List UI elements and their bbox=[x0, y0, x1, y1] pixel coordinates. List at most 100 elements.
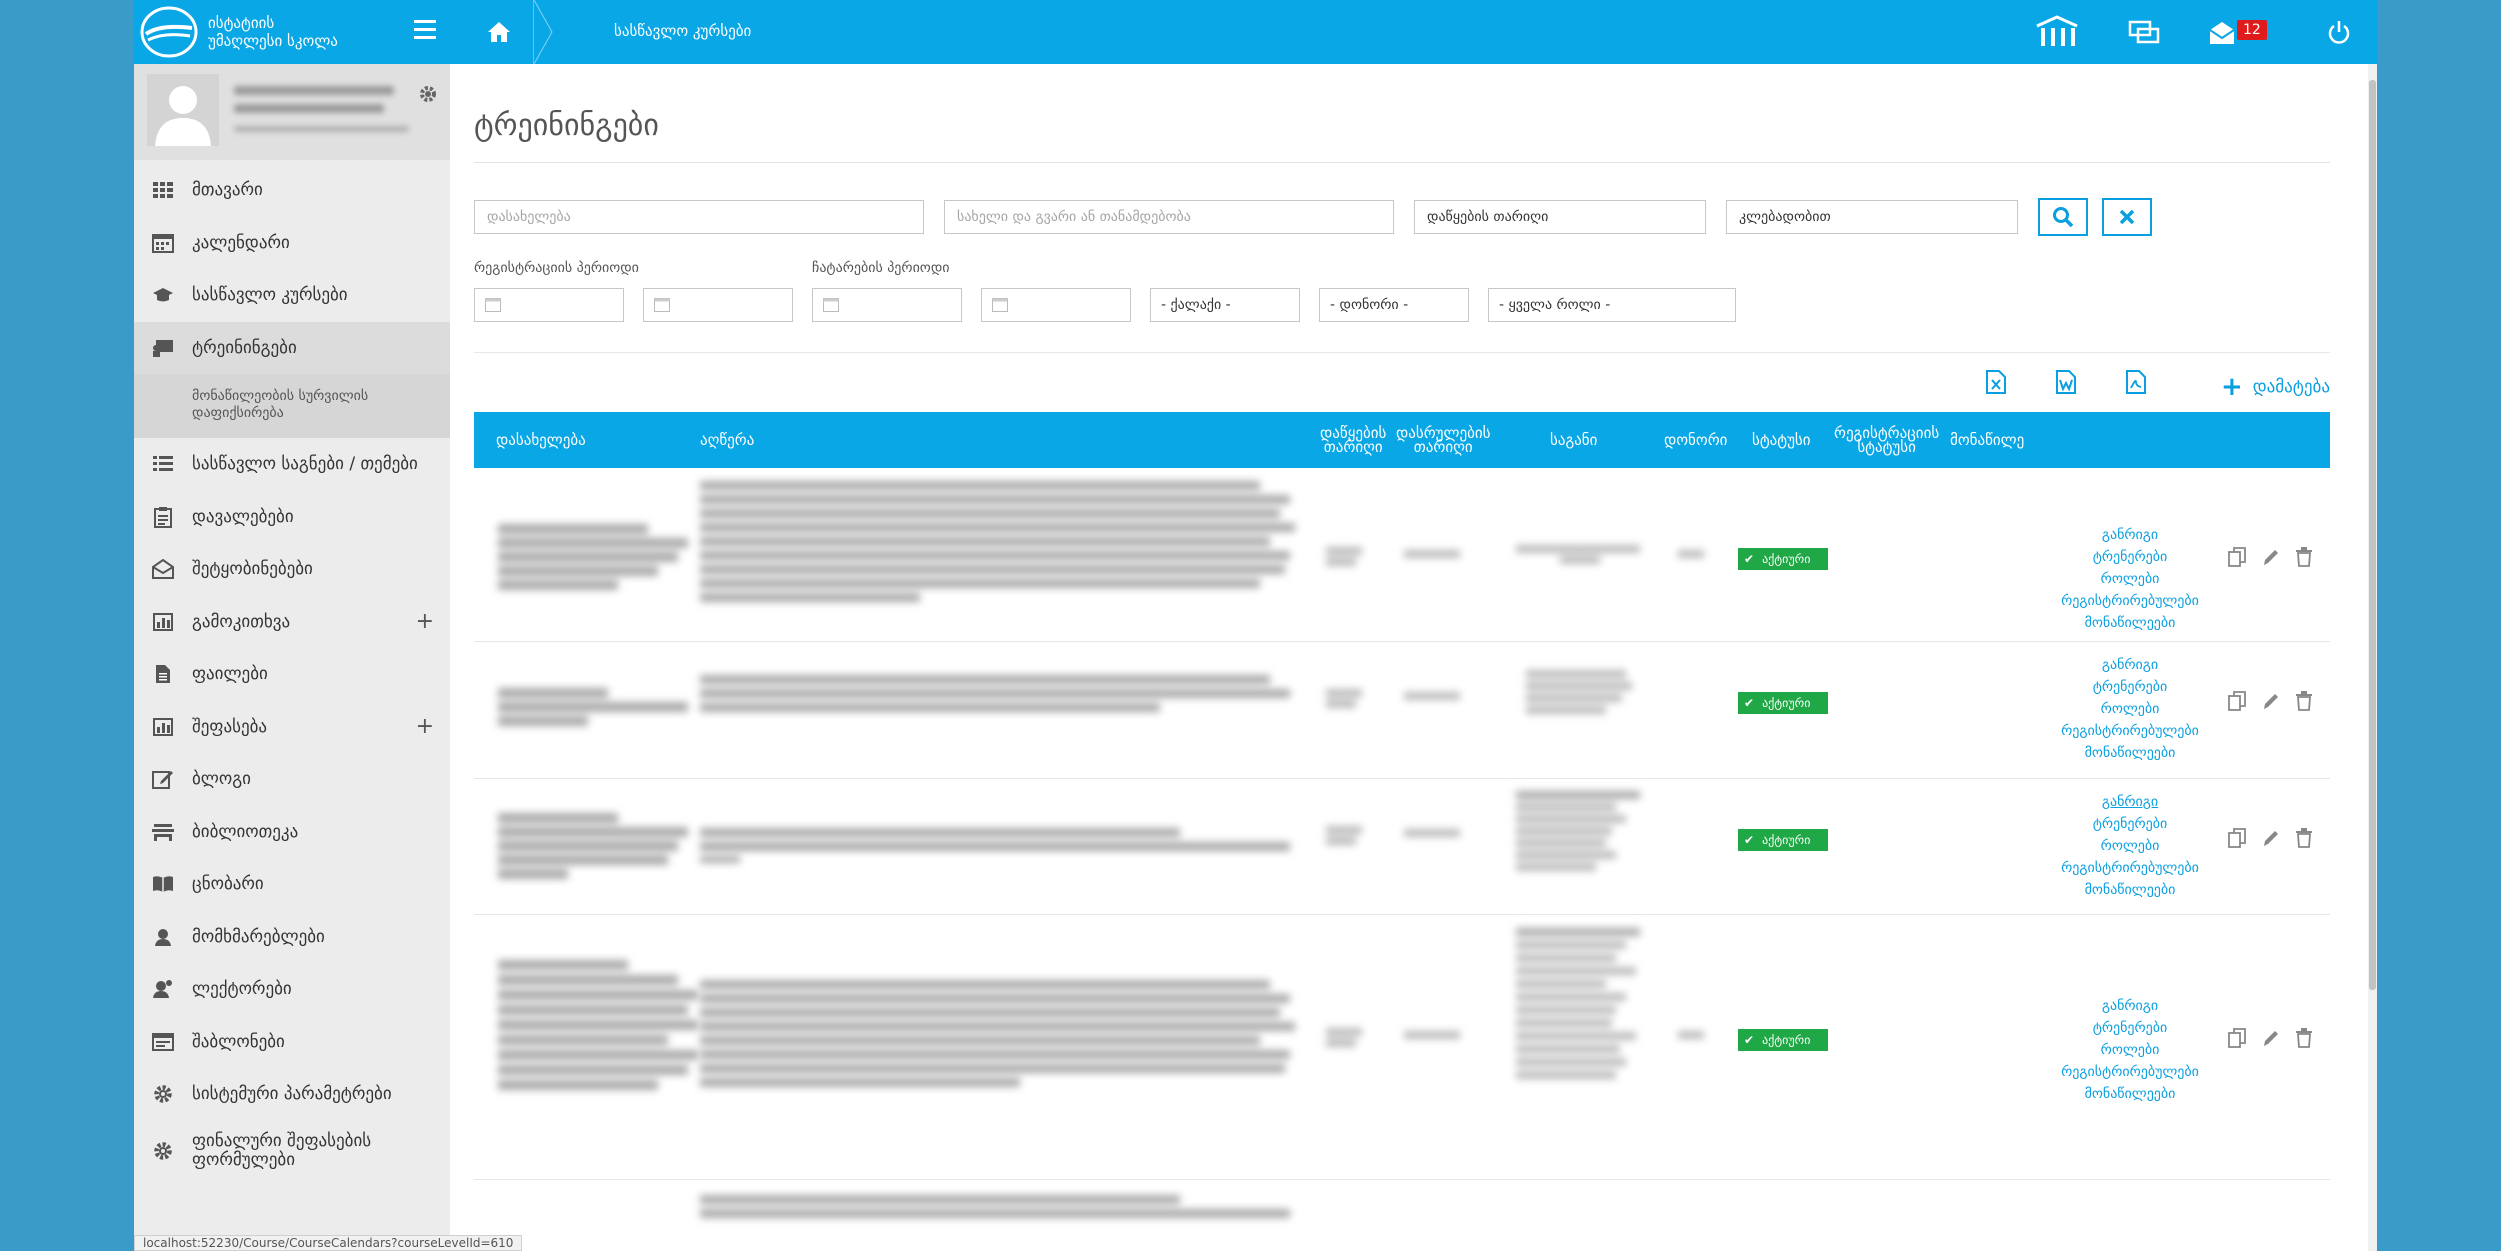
expand-plus-icon[interactable]: + bbox=[416, 714, 434, 739]
participants-link[interactable]: მონაწილეები bbox=[2052, 742, 2208, 764]
schedule-link[interactable]: განრიგი bbox=[2052, 791, 2208, 813]
trainers-link[interactable]: ტრენერები bbox=[2052, 1017, 2208, 1039]
pencil-icon[interactable] bbox=[2262, 828, 2280, 848]
avatar[interactable] bbox=[147, 74, 219, 146]
excel-export-icon[interactable] bbox=[1986, 370, 2006, 394]
calendar-icon bbox=[823, 298, 839, 312]
trash-icon[interactable] bbox=[2296, 691, 2312, 711]
sidebar-item-courses[interactable]: სასწავლო კურსები bbox=[134, 269, 450, 322]
registration-from-date-input[interactable] bbox=[474, 288, 624, 322]
sidebar-item-blog[interactable]: ბლოგი bbox=[134, 753, 450, 806]
sidebar-item-home[interactable]: მთავარი bbox=[134, 164, 450, 217]
academy-icon[interactable] bbox=[2034, 14, 2080, 50]
trainers-link[interactable]: ტრენერები bbox=[2052, 546, 2208, 568]
sidebar-item-messages[interactable]: შეტყობინებები bbox=[134, 543, 450, 596]
col-header-donor[interactable]: დონორი bbox=[1664, 412, 1727, 468]
trash-icon[interactable] bbox=[2296, 547, 2312, 567]
holding-from-date-input[interactable] bbox=[812, 288, 962, 322]
holding-to-date-input[interactable] bbox=[981, 288, 1131, 322]
roles-link[interactable]: როლები bbox=[2052, 698, 2208, 720]
row-actions bbox=[2228, 828, 2312, 848]
expand-plus-icon[interactable]: + bbox=[416, 609, 434, 634]
col-header-subject[interactable]: საგანი bbox=[1550, 412, 1597, 468]
city-select[interactable]: - ქალაქი - bbox=[1150, 288, 1300, 322]
trash-icon[interactable] bbox=[2296, 1028, 2312, 1048]
col-header-end-date[interactable]: დასრულების თარიღი bbox=[1396, 412, 1490, 468]
pencil-icon[interactable] bbox=[2262, 691, 2280, 711]
participants-link[interactable]: მონაწილეები bbox=[2052, 1083, 2208, 1105]
sidebar-item-grading[interactable]: შეფასება + bbox=[134, 701, 450, 754]
pencil-icon[interactable] bbox=[2262, 547, 2280, 567]
pencil-icon[interactable] bbox=[2262, 1028, 2280, 1048]
sidebar-item-trainings[interactable]: ტრეინინგები bbox=[134, 321, 450, 374]
table-header: დასახელება აღწერა დაწყების თარიღი დასრულ… bbox=[474, 412, 2330, 468]
search-button[interactable] bbox=[2038, 198, 2088, 236]
filters-divider bbox=[474, 352, 2330, 353]
col-header-start-date[interactable]: დაწყების თარიღი bbox=[1320, 412, 1386, 468]
menu-toggle-icon[interactable] bbox=[414, 20, 436, 44]
col-header-name[interactable]: დასახელება bbox=[496, 412, 586, 468]
row-description-redacted bbox=[700, 670, 1300, 730]
sidebar-item-users[interactable]: მომხმარებლები bbox=[134, 911, 450, 964]
status-badge: ✔ აქტიური bbox=[1738, 692, 1828, 714]
row-start-date-redacted bbox=[1326, 823, 1366, 853]
sidebar-item-files[interactable]: ფაილები bbox=[134, 648, 450, 701]
registered-link[interactable]: რეგისტრირებულები bbox=[2052, 857, 2208, 879]
roles-link[interactable]: როლები bbox=[2052, 1039, 2208, 1061]
trash-icon[interactable] bbox=[2296, 828, 2312, 848]
person-search-input[interactable] bbox=[944, 200, 1394, 234]
clear-filters-button[interactable] bbox=[2102, 198, 2152, 236]
roles-link[interactable]: როლები bbox=[2052, 835, 2208, 857]
schedule-link[interactable]: განრიგი bbox=[2052, 995, 2208, 1017]
sidebar-item-calendar[interactable]: კალენდარი bbox=[134, 217, 450, 270]
sidebar-item-system-settings[interactable]: სისტემური პარამეტრები bbox=[134, 1068, 450, 1121]
clipboard-icon bbox=[152, 506, 174, 528]
name-search-input[interactable] bbox=[474, 200, 924, 234]
sidebar-subitem-participation[interactable]: მონაწილეობის სურვილის დაფიქსირება bbox=[134, 374, 450, 438]
sidebar-item-assignments[interactable]: დავალებები bbox=[134, 491, 450, 544]
donor-select[interactable]: - დონორი - bbox=[1319, 288, 1469, 322]
profile-settings-icon[interactable] bbox=[418, 84, 438, 104]
sidebar-item-templates[interactable]: შაბლონები bbox=[134, 1016, 450, 1069]
sidebar-item-reference[interactable]: ცნობარი bbox=[134, 858, 450, 911]
sort-order-select[interactable] bbox=[1726, 200, 2018, 234]
sidebar-item-survey[interactable]: გამოკითხვა + bbox=[134, 596, 450, 649]
envelope-icon[interactable] bbox=[2208, 14, 2236, 50]
vertical-scrollbar[interactable] bbox=[2368, 64, 2377, 1251]
sidebar-item-final-grading-formulas[interactable]: ფინალური შეფასების ფორმულები bbox=[134, 1121, 450, 1181]
copy-icon[interactable] bbox=[2228, 1028, 2246, 1048]
schedule-link[interactable]: განრიგი bbox=[2052, 654, 2208, 676]
roles-link[interactable]: როლები bbox=[2052, 568, 2208, 590]
word-export-icon[interactable] bbox=[2056, 370, 2076, 394]
copy-icon[interactable] bbox=[2228, 828, 2246, 848]
notification-badge[interactable]: 12 bbox=[2237, 20, 2267, 40]
start-date-sort-select[interactable] bbox=[1414, 200, 1706, 234]
sidebar-item-lecturers[interactable]: ლექტორები bbox=[134, 963, 450, 1016]
col-header-description[interactable]: აღწერა bbox=[700, 412, 754, 468]
home-button[interactable] bbox=[464, 0, 534, 64]
role-select[interactable]: - ყველა როლი - bbox=[1488, 288, 1736, 322]
pdf-export-icon[interactable] bbox=[2126, 370, 2146, 394]
registered-link[interactable]: რეგისტრირებულები bbox=[2052, 720, 2208, 742]
logo-line-2: უმაღლესი სკოლა bbox=[208, 32, 338, 50]
sidebar-item-subjects[interactable]: სასწავლო საგნები / თემები bbox=[134, 438, 450, 491]
col-header-reg-status[interactable]: რეგისტრაციის სტატუსი bbox=[1834, 412, 1939, 468]
sidebar-item-library[interactable]: ბიბლიოთეკა bbox=[134, 806, 450, 859]
col-header-participant[interactable]: მონაწილე bbox=[1950, 412, 2024, 468]
col-header-status[interactable]: სტატუსი bbox=[1752, 412, 1811, 468]
registration-to-date-input[interactable] bbox=[643, 288, 793, 322]
registered-link[interactable]: რეგისტრირებულები bbox=[2052, 590, 2208, 612]
chat-icon[interactable] bbox=[2128, 14, 2160, 50]
registered-link[interactable]: რეგისტრირებულები bbox=[2052, 1061, 2208, 1083]
participants-link[interactable]: მონაწილეები bbox=[2052, 612, 2208, 634]
copy-icon[interactable] bbox=[2228, 691, 2246, 711]
trainers-link[interactable]: ტრენერები bbox=[2052, 676, 2208, 698]
power-icon[interactable] bbox=[2326, 14, 2352, 50]
add-training-button[interactable]: + დამატება bbox=[2221, 372, 2330, 402]
copy-icon[interactable] bbox=[2228, 547, 2246, 567]
schedule-link[interactable]: განრიგი bbox=[2052, 524, 2208, 546]
breadcrumb-current[interactable]: სასწავლო კურსები bbox=[614, 22, 751, 40]
scrollbar-thumb[interactable] bbox=[2369, 80, 2376, 990]
trainers-link[interactable]: ტრენერები bbox=[2052, 813, 2208, 835]
participants-link[interactable]: მონაწილეები bbox=[2052, 879, 2208, 901]
